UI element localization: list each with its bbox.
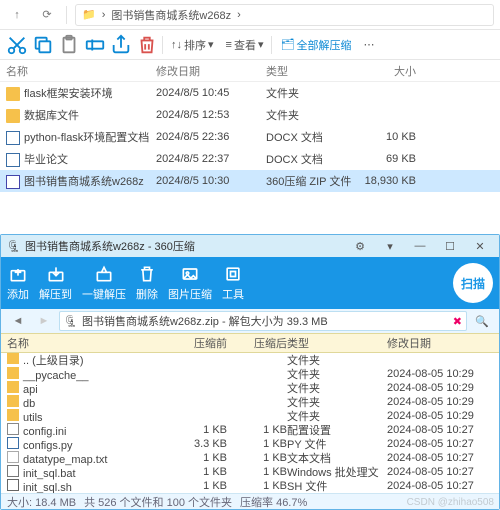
archive-row[interactable]: init_sql.sh1 KB1 KBSH 文件2024-08-05 10:27 <box>1 479 499 493</box>
add-button[interactable]: 添加 <box>7 264 29 302</box>
clear-icon[interactable]: ✖ <box>453 315 462 328</box>
file-icon <box>7 409 19 421</box>
file-icon <box>6 153 20 167</box>
folder-icon: 📁 <box>82 8 96 21</box>
file-icon <box>7 465 19 477</box>
separator <box>66 6 67 24</box>
archive-row[interactable]: db文件夹2024-08-05 10:29 <box>1 395 499 409</box>
status-ratio: 压缩率 46.7% <box>240 494 307 510</box>
archive-title: 图书销售商城系统w268z - 360压缩 <box>25 238 195 254</box>
more-button[interactable]: ⋯ <box>359 38 378 51</box>
chevron-icon: › <box>102 9 106 21</box>
archive-row[interactable]: config.ini1 KB1 KB配置设置2024-08-05 10:27 <box>1 423 499 437</box>
path-forward-icon[interactable]: ► <box>33 310 55 332</box>
file-icon <box>7 381 19 393</box>
watermark: CSDN @zhihao508 <box>407 497 494 508</box>
file-row[interactable]: 毕业论文2024/8/5 22:37DOCX 文档69 KB <box>0 148 500 170</box>
explorer-navbar: ↑ ⟳ 📁 › 图书销售商城系统w268z › <box>0 0 500 30</box>
file-icon <box>7 353 19 364</box>
archive-row[interactable]: configs.py3.3 KB1 KBPY 文件2024-08-05 10:2… <box>1 437 499 451</box>
file-icon <box>7 437 19 449</box>
nav-refresh-icon[interactable]: ⟳ <box>36 4 58 26</box>
file-icon <box>7 479 19 491</box>
extract-all-button[interactable]: 🗂 全部解压缩 <box>276 37 355 53</box>
paste-icon[interactable] <box>58 34 80 56</box>
path-back-icon[interactable]: ◄ <box>7 310 29 332</box>
archive-row[interactable]: .. (上级目录)文件夹 <box>1 353 499 367</box>
copy-icon[interactable] <box>32 34 54 56</box>
archive-list[interactable]: .. (上级目录)文件夹__pycache__文件夹2024-08-05 10:… <box>1 353 499 493</box>
maximize-icon[interactable]: ☐ <box>437 237 463 255</box>
col-after[interactable]: 压缩后 <box>227 335 287 351</box>
file-icon <box>7 367 19 379</box>
file-list-header: 名称 修改日期 类型 大小 <box>0 60 500 82</box>
archive-toolbar: 添加 解压到 一键解压 删除 图片压缩 工具 扫描 <box>1 257 499 309</box>
breadcrumb-segment[interactable]: 图书销售商城系统w268z <box>111 7 231 23</box>
one-click-extract-button[interactable]: 一键解压 <box>82 264 126 302</box>
breadcrumb[interactable]: 📁 › 图书销售商城系统w268z › <box>75 4 494 26</box>
file-icon <box>6 87 20 101</box>
settings-icon[interactable]: ⚙ <box>347 237 373 255</box>
status-size: 大小: 18.4 MB <box>7 494 76 510</box>
archive-titlebar[interactable]: 🗜 图书销售商城系统w268z - 360压缩 ⚙ ▾ — ☐ ✕ <box>1 235 499 257</box>
separator <box>271 36 272 54</box>
archive-row[interactable]: __pycache__文件夹2024-08-05 10:29 <box>1 367 499 381</box>
path-input[interactable]: 🗜 图书销售商城系统w268z.zip - 解包大小为 39.3 MB ✖ <box>59 311 467 331</box>
nav-back-icon[interactable]: ↑ <box>6 4 28 26</box>
col-date[interactable]: 修改日期 <box>156 63 266 79</box>
archive-icon: 🗜 <box>64 315 78 328</box>
col-before[interactable]: 压缩前 <box>167 335 227 351</box>
minimize-icon[interactable]: — <box>407 237 433 255</box>
archive-row[interactable]: init_sql.bat1 KB1 KBWindows 批处理文2024-08-… <box>1 465 499 479</box>
status-files: 共 526 个文件和 100 个文件夹 <box>84 494 232 510</box>
file-icon <box>6 131 20 145</box>
file-icon <box>7 395 19 407</box>
explorer-toolbar: ↑↓ 排序 ▾ ≡ 查看 ▾ 🗂 全部解压缩 ⋯ <box>0 30 500 60</box>
archive-pathbar: ◄ ► 🗜 图书销售商城系统w268z.zip - 解包大小为 39.3 MB … <box>1 309 499 333</box>
col-date[interactable]: 修改日期 <box>379 335 493 351</box>
extract-to-button[interactable]: 解压到 <box>39 264 72 302</box>
share-icon[interactable] <box>110 34 132 56</box>
file-icon <box>6 175 20 189</box>
tools-button[interactable]: 工具 <box>222 264 244 302</box>
cut-icon[interactable] <box>6 34 28 56</box>
archive-row[interactable]: utils文件夹2024-08-05 10:29 <box>1 409 499 423</box>
separator <box>162 36 163 54</box>
col-type[interactable]: 类型 <box>287 335 379 351</box>
col-size[interactable]: 大小 <box>356 63 416 79</box>
dropdown-icon[interactable]: ▾ <box>377 237 403 255</box>
close-icon[interactable]: ✕ <box>467 237 493 255</box>
file-icon <box>6 109 20 123</box>
archive-icon: 🗜 <box>7 240 21 253</box>
file-list: flask框架安装环境2024/8/5 10:45文件夹数据库文件2024/8/… <box>0 82 500 192</box>
archive-row[interactable]: api文件夹2024-08-05 10:29 <box>1 381 499 395</box>
col-name[interactable]: 名称 <box>6 63 156 79</box>
col-name[interactable]: 名称 <box>7 335 167 351</box>
view-button[interactable]: ≡ 查看 ▾ <box>222 37 268 53</box>
image-compress-button[interactable]: 图片压缩 <box>168 264 212 302</box>
archive-list-header: 名称 压缩前 压缩后 类型 修改日期 <box>1 333 499 353</box>
search-icon[interactable]: 🔍 <box>471 310 493 332</box>
file-row[interactable]: python-flask环境配置文档2024/8/5 22:36DOCX 文档1… <box>0 126 500 148</box>
rename-icon[interactable] <box>84 34 106 56</box>
file-icon <box>7 451 19 463</box>
scan-button[interactable]: 扫描 <box>453 263 493 303</box>
path-text: 图书销售商城系统w268z.zip - 解包大小为 39.3 MB <box>82 313 328 329</box>
file-row[interactable]: 图书销售商城系统w268z2024/8/5 10:30360压缩 ZIP 文件1… <box>0 170 500 192</box>
delete-icon[interactable] <box>136 34 158 56</box>
chevron-icon: › <box>237 9 241 21</box>
file-row[interactable]: 数据库文件2024/8/5 12:53文件夹 <box>0 104 500 126</box>
sort-button[interactable]: ↑↓ 排序 ▾ <box>167 37 218 53</box>
file-row[interactable]: flask框架安装环境2024/8/5 10:45文件夹 <box>0 82 500 104</box>
col-type[interactable]: 类型 <box>266 63 356 79</box>
delete-button[interactable]: 删除 <box>136 264 158 302</box>
archive-window: 🗜 图书销售商城系统w268z - 360压缩 ⚙ ▾ — ☐ ✕ 添加 解压到… <box>0 234 500 510</box>
file-icon <box>7 423 19 435</box>
archive-row[interactable]: datatype_map.txt1 KB1 KB文本文档2024-08-05 1… <box>1 451 499 465</box>
